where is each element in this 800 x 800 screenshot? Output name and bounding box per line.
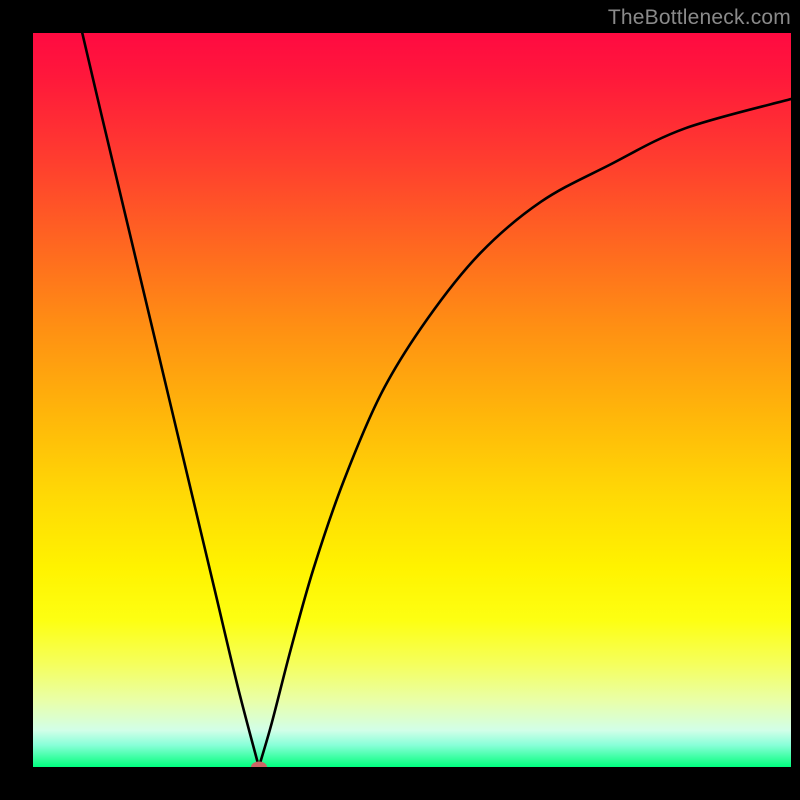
gradient-background <box>33 33 791 767</box>
chart-frame: TheBottleneck.com <box>0 0 800 800</box>
watermark-text: TheBottleneck.com <box>608 6 791 30</box>
plot-area <box>33 33 791 767</box>
min-marker-icon <box>251 762 267 768</box>
